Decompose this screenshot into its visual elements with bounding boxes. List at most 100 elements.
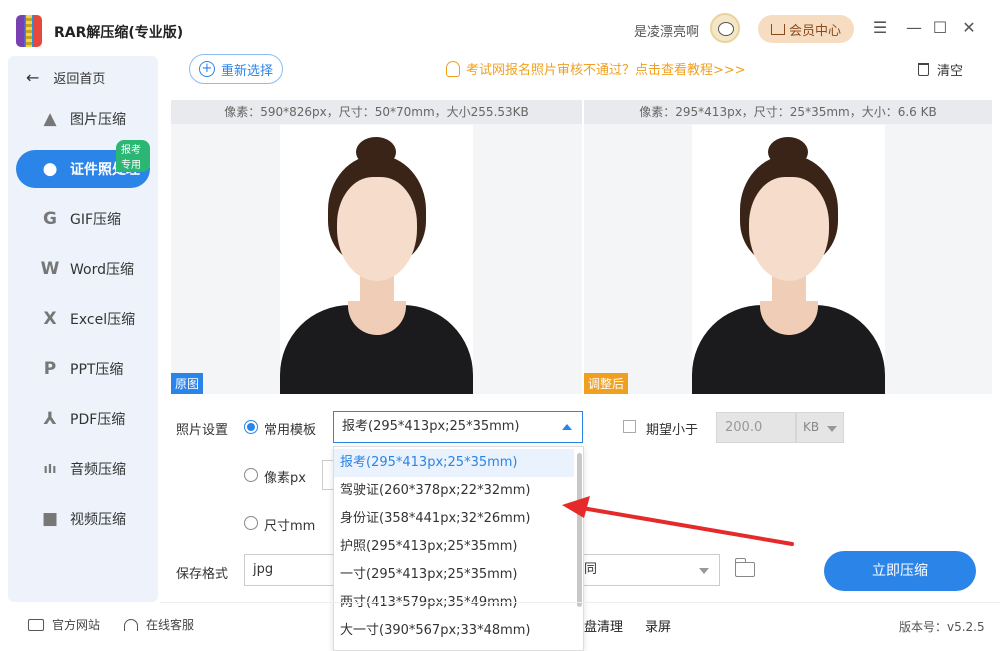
template-radio[interactable] [244, 420, 258, 434]
mm-radio[interactable] [244, 516, 258, 530]
template-radio-label: 常用模板 [264, 423, 317, 438]
online-support-link[interactable]: 在线客服 [124, 616, 194, 633]
monitor-icon [28, 618, 44, 631]
adjusted-photo [692, 125, 885, 394]
reselect-button[interactable]: + 重新选择 [189, 54, 283, 84]
original-info: 像素：590*826px，尺寸：50*70mm，大小255.53KB [171, 100, 582, 124]
template-option[interactable]: 身份证(358*441px;32*26mm) [334, 505, 574, 533]
vip-center-label: 会员中心 [788, 23, 841, 39]
sidebar-item-gif[interactable]: G GIF压缩 [16, 200, 150, 238]
sidebar-item-label: 视频压缩 [70, 512, 126, 528]
output-dir-select[interactable]: 同 [576, 554, 720, 586]
sidebar-item-id-photo[interactable]: 报考专用 ● 证件照处理 [16, 140, 150, 188]
clear-label: 清空 [937, 64, 964, 79]
pixel-radio[interactable] [244, 468, 258, 482]
trash-icon [918, 63, 929, 76]
image-compress-icon: ▲ [43, 109, 57, 129]
sidebar-item-pdf[interactable]: ⅄ PDF压缩 [16, 400, 150, 438]
lightbulb-icon [446, 60, 460, 77]
sidebar-item-label: Excel压缩 [70, 312, 136, 328]
sidebar-item-audio[interactable]: ıIı 音频压缩 [16, 450, 150, 488]
sidebar-item-ppt[interactable]: P PPT压缩 [16, 350, 150, 388]
sidebar-item-label: PPT压缩 [70, 362, 124, 378]
excel-icon: X [43, 309, 57, 329]
reselect-label: 重新选择 [220, 63, 273, 79]
size-limit-input[interactable]: 200.0 [716, 412, 796, 443]
id-photo-icon: ● [42, 159, 58, 179]
close-icon[interactable]: ✕ [959, 18, 979, 38]
video-icon: ■ [41, 509, 59, 529]
size-limit-label: 期望小于 [646, 423, 699, 438]
caret-up-icon [562, 424, 572, 430]
save-format-label: 保存格式 [176, 567, 229, 582]
plus-circle-icon: + [198, 61, 215, 77]
sidebar-item-label: GIF压缩 [70, 212, 122, 228]
template-select[interactable]: 报考(295*413px;25*35mm) [333, 411, 583, 443]
screen-record-tool[interactable]: 录屏 [645, 616, 671, 635]
vip-center-button[interactable]: 会员中心 [758, 15, 854, 43]
sidebar-item-label: Word压缩 [70, 262, 134, 278]
sidebar-item-image-compress[interactable]: ▲ 图片压缩 [16, 100, 150, 138]
online-support-label: 在线客服 [146, 618, 195, 632]
size-unit-select[interactable]: KB [796, 412, 844, 443]
mm-radio-label: 尺寸mm [264, 519, 316, 534]
sidebar-item-label: PDF压缩 [70, 412, 126, 428]
maximize-icon[interactable]: ☐ [930, 18, 950, 38]
tutorial-tip-text: 考试网报名照片审核不通过？点击查看教程>>> [466, 63, 746, 78]
back-arrow-icon: ← [26, 67, 40, 87]
sidebar-item-video[interactable]: ■ 视频压缩 [16, 500, 150, 538]
avatar[interactable] [710, 13, 740, 43]
template-select-value: 报考(295*413px;25*35mm) [342, 419, 520, 434]
footer: 官方网站 在线客服 盘清理 录屏 [0, 602, 1000, 651]
disk-clean-tool[interactable]: 盘清理 [584, 616, 623, 635]
original-tag: 原图 [171, 373, 204, 394]
app-logo-icon [16, 15, 42, 47]
sidebar-item-label: 图片压缩 [70, 112, 126, 128]
ppt-icon: P [43, 359, 57, 379]
user-name[interactable]: 是凌漂亮啊 [634, 21, 699, 40]
crown-icon [770, 23, 785, 35]
app-title: RAR解压缩(专业版) [54, 25, 184, 41]
official-website-link[interactable]: 官方网站 [28, 616, 100, 633]
size-limit-checkbox[interactable] [623, 420, 636, 433]
pdf-icon: ⅄ [43, 409, 57, 429]
size-unit-value: KB [803, 420, 820, 434]
clear-button[interactable]: 清空 [918, 60, 963, 79]
sidebar-item-word[interactable]: W Word压缩 [16, 250, 150, 288]
official-website-label: 官方网站 [52, 618, 101, 632]
chevron-down-icon [827, 426, 837, 432]
compress-now-button[interactable]: 立即压缩 [824, 551, 976, 591]
gif-icon: G [43, 209, 57, 229]
folder-icon[interactable] [735, 558, 755, 577]
chevron-down-icon [699, 568, 709, 574]
sidebar-item-label: 音频压缩 [70, 462, 126, 478]
back-home-label: 返回首页 [53, 71, 106, 87]
save-format-value: jpg [253, 562, 274, 577]
save-format-select[interactable]: jpg [244, 554, 334, 586]
template-option[interactable]: 护照(295*413px;25*35mm) [334, 533, 574, 561]
audio-icon: ıIı [43, 462, 57, 476]
title-bar: RAR解压缩(专业版) 是凌漂亮啊 会员中心 ☰ — ☐ ✕ [0, 0, 1000, 56]
sidebar: ← 返回首页 ▲ 图片压缩 报考专用 ● 证件照处理 G GIF压缩 W Wor… [8, 56, 158, 602]
output-dir-value: 同 [584, 562, 598, 577]
headset-icon [124, 618, 138, 631]
tutorial-tip-link[interactable]: 考试网报名照片审核不通过？点击查看教程>>> [446, 59, 746, 78]
annotation-arrow [562, 496, 794, 546]
menu-icon[interactable]: ☰ [870, 18, 890, 38]
version-label: 版本号：v5.2.5 [899, 620, 985, 634]
sidebar-item-excel[interactable]: X Excel压缩 [16, 300, 150, 338]
photo-settings-label: 照片设置 [176, 423, 229, 438]
exam-badge: 报考专用 [116, 140, 150, 172]
back-home-button[interactable]: ← 返回首页 [26, 64, 105, 90]
template-option[interactable]: 一寸(295*413px;25*35mm) [334, 561, 574, 589]
pixel-radio-label: 像素px [264, 471, 306, 486]
original-preview-panel: 像素：590*826px，尺寸：50*70mm，大小255.53KB 原图 [171, 100, 582, 394]
minimize-icon[interactable]: — [904, 18, 924, 38]
template-option[interactable]: 报考(295*413px;25*35mm) [334, 449, 574, 477]
original-photo [280, 125, 473, 394]
adjusted-tag: 调整后 [584, 373, 629, 394]
template-option[interactable]: 驾驶证(260*378px;22*32mm) [334, 477, 574, 505]
word-icon: W [40, 259, 60, 279]
adjusted-info: 像素：295*413px，尺寸：25*35mm，大小：6.6 KB [584, 100, 992, 124]
adjusted-preview-panel: 像素：295*413px，尺寸：25*35mm，大小：6.6 KB 调整后 [584, 100, 992, 394]
